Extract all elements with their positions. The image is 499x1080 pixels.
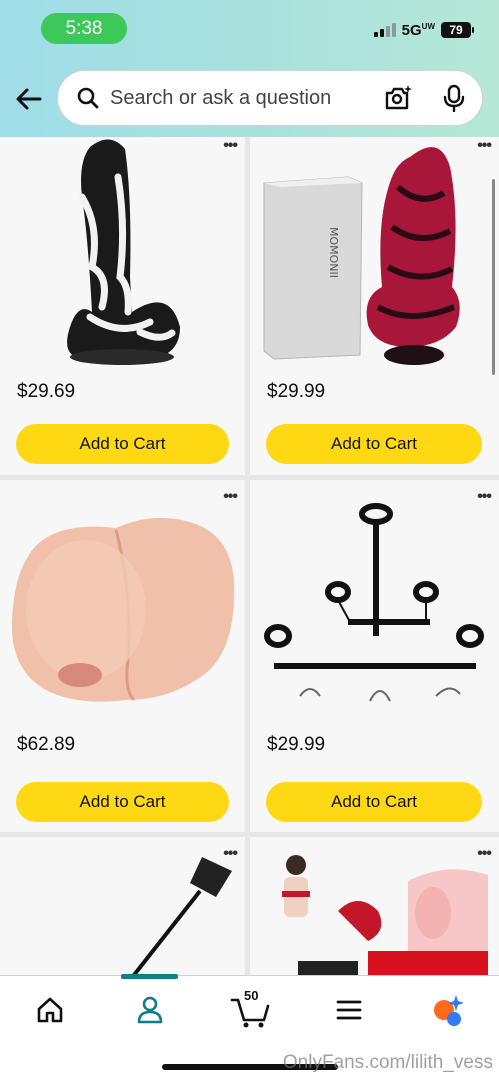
product-price: $29.99	[267, 734, 326, 755]
search-bar[interactable]: Search or ask a question	[57, 70, 483, 126]
back-arrow-icon[interactable]	[12, 82, 46, 116]
battery-icon: 79	[441, 22, 474, 38]
product-image[interactable]	[258, 851, 494, 975]
active-tab-indicator	[121, 974, 178, 979]
more-options-icon[interactable]: •••	[477, 845, 492, 863]
more-options-icon[interactable]: •••	[223, 488, 238, 506]
product-image[interactable]	[120, 851, 240, 975]
product-card[interactable]: •••	[250, 837, 499, 975]
camera-search-icon[interactable]	[384, 84, 412, 112]
product-card[interactable]: MOMONII ••• $29.99 Add to Cart	[250, 137, 499, 475]
app-header: 5:38 5GUW 79 Search or ask a question	[0, 0, 499, 137]
cart-count-badge: 50	[244, 988, 259, 1003]
product-card[interactable]: ••• $29.69 Add to Cart	[0, 137, 245, 475]
add-to-cart-button[interactable]: Add to Cart	[16, 782, 229, 822]
status-time: 5:38	[41, 13, 127, 44]
search-input[interactable]: Search or ask a question	[110, 87, 384, 110]
add-to-cart-button[interactable]: Add to Cart	[266, 424, 482, 464]
signal-icon	[373, 23, 396, 37]
product-price: $62.89	[17, 734, 76, 755]
product-image[interactable]	[260, 496, 492, 726]
product-card[interactable]: •••	[0, 837, 245, 975]
microphone-icon[interactable]	[442, 84, 466, 112]
ai-assistant-icon[interactable]	[428, 990, 468, 1030]
account-icon[interactable]	[130, 990, 170, 1030]
watermark: OnlyFans.com/lilith_vess	[282, 1052, 493, 1073]
search-icon	[77, 87, 99, 109]
product-image[interactable]: MOMONII	[260, 137, 490, 369]
add-to-cart-button[interactable]: Add to Cart	[16, 424, 229, 464]
product-price: $29.69	[17, 381, 76, 402]
menu-icon[interactable]	[329, 990, 369, 1030]
scrollbar[interactable]	[492, 179, 495, 375]
svg-text:MOMONII: MOMONII	[327, 227, 340, 278]
more-options-icon[interactable]: •••	[223, 845, 238, 863]
more-options-icon[interactable]: •••	[477, 137, 492, 155]
home-icon[interactable]	[30, 990, 70, 1030]
product-grid: ••• $29.69 Add to Cart MOMONII ••• $29.9…	[0, 137, 499, 975]
product-card[interactable]: ••• $29.99 Add to Cart	[250, 480, 499, 832]
network-type: 5GUW	[401, 21, 435, 39]
more-options-icon[interactable]: •••	[477, 488, 492, 506]
product-price: $29.99	[267, 381, 326, 402]
add-to-cart-button[interactable]: Add to Cart	[266, 782, 482, 822]
product-image[interactable]	[6, 500, 240, 710]
status-indicators: 5GUW 79	[373, 20, 474, 40]
product-image[interactable]	[30, 137, 210, 369]
product-card[interactable]: ••• $62.89 Add to Cart	[0, 480, 245, 832]
more-options-icon[interactable]: •••	[223, 137, 238, 155]
